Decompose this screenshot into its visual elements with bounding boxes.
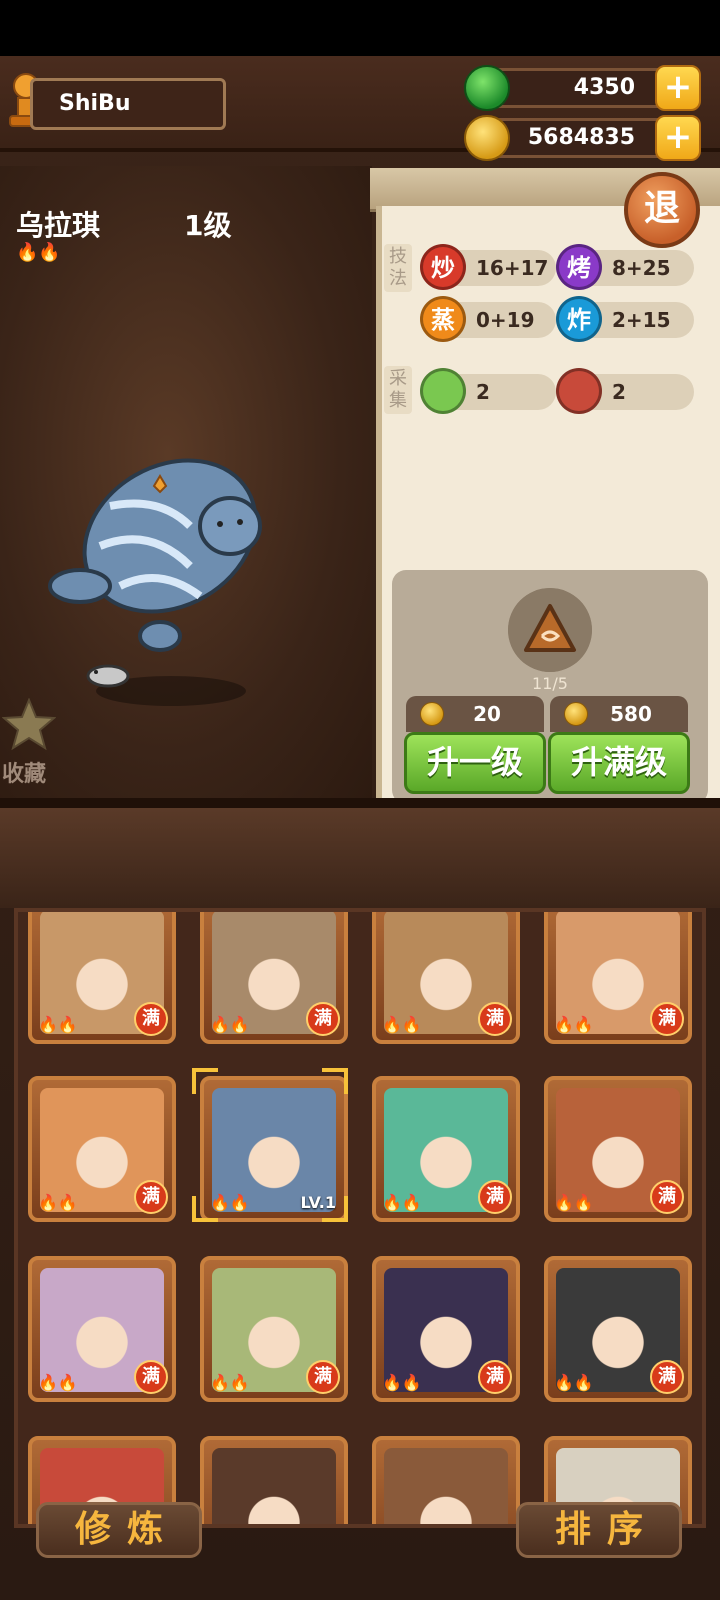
character-card[interactable]: 🔥🔥 满	[28, 912, 176, 1044]
max-level-badge: 满	[306, 1360, 340, 1394]
steam-skill-icon: 蒸	[420, 296, 466, 342]
character-card[interactable]: 🔥🔥 满	[372, 912, 520, 1044]
shelf	[0, 808, 720, 908]
character-portrait-icon	[384, 1448, 508, 1524]
card-flames-icon: 🔥🔥	[554, 1373, 594, 1392]
card-flames-icon: 🔥🔥	[210, 1015, 250, 1034]
skill-fry: 炸 2+15	[556, 296, 694, 342]
cost-value: 20	[473, 702, 501, 726]
character-card[interactable]: 🔥🔥 满	[28, 1256, 176, 1402]
character-portrait-icon	[212, 1448, 336, 1524]
card-flames-icon: 🔥🔥	[554, 1193, 594, 1212]
selection-corner	[192, 1068, 218, 1094]
cabbage-icon	[420, 368, 466, 414]
max-level-badge: 满	[134, 1360, 168, 1394]
mouse-toy-icon	[86, 664, 130, 688]
character-card[interactable]: 🔥🔥 满	[544, 1076, 692, 1222]
train-button[interactable]: 修炼	[36, 1502, 202, 1558]
top-bar: ShiBu 4350 + 5684835 +	[0, 56, 720, 161]
max-level-badge: 满	[650, 1360, 684, 1394]
gather-meat: 2	[556, 368, 694, 414]
stirfry-skill-icon: 炒	[420, 244, 466, 290]
upgrade-max-level-button[interactable]: 升满级	[548, 732, 690, 794]
character-card[interactable]: 🔥🔥 满	[200, 912, 348, 1044]
coin-icon	[564, 702, 588, 726]
character-card[interactable]: 🔥🔥 满	[200, 1256, 348, 1402]
card-flames-icon: 🔥🔥	[382, 1193, 422, 1212]
selection-corner	[192, 1196, 218, 1222]
gather-value: 2	[476, 380, 490, 404]
skill-stirfry: 炒 16+17	[420, 244, 556, 290]
skill-roast: 烤 8+25	[556, 244, 694, 290]
add-coins-button[interactable]: +	[655, 115, 701, 161]
coin-amount: 5684835	[527, 125, 635, 150]
ingredient-count: 11/5	[532, 674, 568, 693]
selection-corner	[322, 1068, 348, 1094]
max-level-badge: 满	[134, 1002, 168, 1036]
favorite-star-icon[interactable]	[2, 698, 56, 752]
character-roster: 🔥🔥满🔥🔥满🔥🔥满🔥🔥满🔥🔥满🔥🔥LV.1🔥🔥满🔥🔥满🔥🔥满🔥🔥满🔥🔥满🔥🔥满🔥…	[14, 908, 706, 1528]
max-level-badge: 满	[650, 1002, 684, 1036]
player-name[interactable]: ShiBu	[30, 78, 226, 130]
gather-section-label: 采集	[384, 366, 412, 414]
card-flames-icon: 🔥🔥	[210, 1373, 250, 1392]
card-flames-icon: 🔥🔥	[38, 1193, 78, 1212]
upgrade-max-cost: 580	[550, 696, 688, 732]
roast-skill-icon: 烤	[556, 244, 602, 290]
max-level-badge: 满	[306, 1002, 340, 1036]
card-flames-icon: 🔥🔥	[382, 1373, 422, 1392]
card-flames-icon: 🔥🔥	[38, 1015, 78, 1034]
card-flames-icon: 🔥🔥	[554, 1015, 594, 1034]
max-level-badge: 满	[134, 1180, 168, 1214]
coin-icon	[420, 702, 444, 726]
skill-value: 2+15	[612, 308, 671, 332]
skill-value: 0+19	[476, 308, 535, 332]
green-gem-icon	[464, 65, 510, 111]
fry-skill-icon: 炸	[556, 296, 602, 342]
character-card[interactable]: 🔥🔥 满	[372, 1076, 520, 1222]
character-card[interactable]: 🔥🔥满	[200, 1436, 348, 1524]
skill-value: 16+17	[476, 256, 549, 280]
blue-cat-pet-icon[interactable]	[40, 436, 280, 676]
pet-level: 1级	[184, 209, 232, 242]
skill-steam: 蒸 0+19	[420, 296, 556, 342]
max-level-badge: 满	[650, 1180, 684, 1214]
max-level-badge: 满	[478, 1180, 512, 1214]
selection-corner	[322, 1196, 348, 1222]
pet-name: 乌拉琪	[16, 209, 101, 242]
upgrade-ingredient-icon	[508, 588, 592, 672]
character-card[interactable]: 🔥🔥 满	[544, 1256, 692, 1402]
game-screen: ShiBu 4350 + 5684835 + 乌拉琪 1级 🔥🔥 收藏 退 技法…	[0, 56, 720, 1600]
character-card[interactable]: 🔥🔥 满	[28, 1076, 176, 1222]
character-card[interactable]: 🔥🔥满	[372, 1436, 520, 1524]
upgrade-one-level-button[interactable]: 升一级	[404, 732, 546, 794]
skill-value: 8+25	[612, 256, 671, 280]
gold-coin-icon	[464, 115, 510, 161]
coin-counter: 5684835 +	[464, 115, 701, 161]
max-level-badge: 满	[478, 1002, 512, 1036]
upgrade-one-cost: 20	[406, 696, 544, 732]
max-level-badge: 满	[478, 1360, 512, 1394]
character-card[interactable]: 🔥🔥 满	[544, 912, 692, 1044]
gem-counter: 4350 +	[464, 65, 701, 111]
card-flames-icon: 🔥🔥	[38, 1373, 78, 1392]
cost-value: 580	[610, 702, 652, 726]
pet-flames: 🔥🔥	[16, 242, 61, 263]
card-flames-icon: 🔥🔥	[382, 1015, 422, 1034]
exit-button[interactable]: 退	[624, 172, 700, 248]
sort-button[interactable]: 排序	[516, 1502, 682, 1558]
meat-icon	[556, 368, 602, 414]
character-card[interactable]: 🔥🔥 满	[372, 1256, 520, 1402]
favorite-label[interactable]: 收藏	[2, 756, 46, 788]
gem-amount: 4350	[573, 75, 635, 100]
skills-section-label: 技法	[384, 244, 412, 292]
add-gems-button[interactable]: +	[655, 65, 701, 111]
gather-value: 2	[612, 380, 626, 404]
gather-vegetable: 2	[420, 368, 556, 414]
section-divider	[0, 798, 720, 808]
